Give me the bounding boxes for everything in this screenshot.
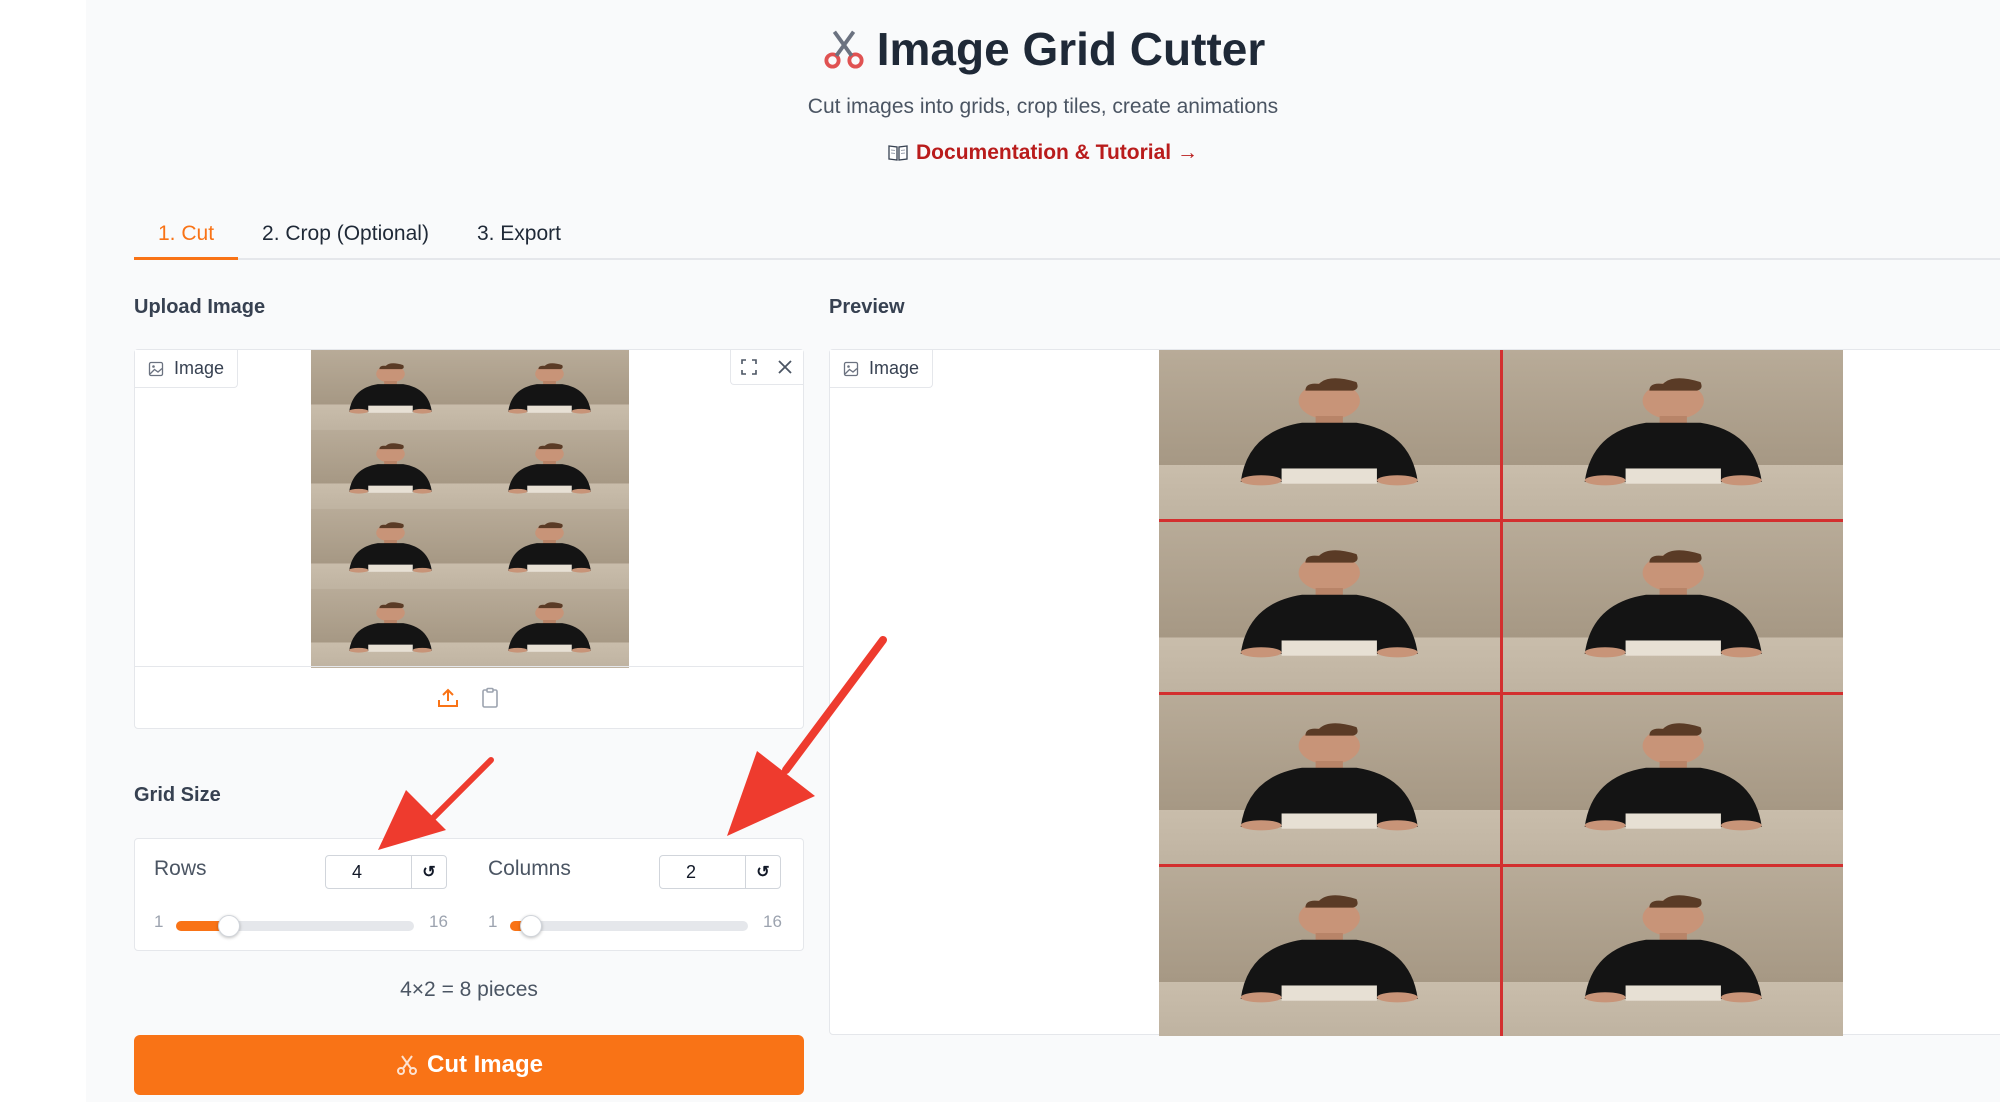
columns-number-input[interactable]: 2 ↺	[659, 855, 781, 889]
upload-image-badge-label: Image	[174, 358, 225, 378]
grid-size-panel: Rows 4 ↺ 1 16 Columns 2 ↺ 1 16	[134, 838, 804, 951]
preview-grid-image	[1159, 350, 1843, 1036]
thumbnail-tile	[311, 350, 470, 430]
rows-max: 16	[429, 912, 448, 931]
thumbnail-tile	[470, 350, 629, 430]
tab-crop[interactable]: 2. Crop (Optional)	[238, 218, 453, 260]
rows-slider[interactable]	[176, 915, 414, 937]
cut-image-button[interactable]: Cut Image	[134, 1035, 804, 1095]
columns-label: Columns	[488, 857, 571, 880]
clear-image-button[interactable]	[767, 350, 803, 384]
page-header: Image Grid Cutter Cut images into grids,…	[86, 22, 2000, 167]
image-icon	[843, 361, 859, 376]
thumbnail-tile	[470, 588, 629, 668]
tab-export[interactable]: 3. Export	[453, 218, 585, 260]
columns-value[interactable]: 2	[660, 856, 746, 888]
app-container: Image Grid Cutter Cut images into grids,…	[86, 0, 2000, 1102]
rows-number-input[interactable]: 4 ↺	[325, 855, 447, 889]
pieces-summary: 4×2 = 8 pieces	[400, 978, 538, 1001]
fullscreen-button[interactable]	[731, 350, 767, 384]
tab-bar: 1. Cut 2. Crop (Optional) 3. Export	[134, 218, 2000, 260]
upload-icon	[438, 688, 458, 707]
columns-slider[interactable]	[510, 915, 748, 937]
clipboard-icon	[482, 687, 498, 708]
thumbnail-tile	[311, 429, 470, 509]
preview-tile	[1502, 694, 1843, 864]
upload-corner-buttons	[730, 350, 803, 385]
columns-control: Columns 2 ↺ 1 16	[488, 839, 794, 949]
preview-tile	[1502, 522, 1843, 692]
preview-section-label: Preview	[829, 296, 905, 318]
rows-reset-button[interactable]: ↺	[412, 856, 446, 888]
thumbnail-tile	[470, 509, 629, 589]
thumbnail-tile	[311, 509, 470, 589]
page-title: Image Grid Cutter	[821, 22, 1266, 76]
scissors-icon	[824, 30, 864, 69]
left-gutter	[0, 0, 86, 1102]
cut-image-button-label: Cut Image	[426, 1051, 543, 1078]
rows-slider-handle[interactable]	[218, 915, 240, 937]
rows-min: 1	[154, 912, 164, 931]
upload-button[interactable]	[436, 686, 460, 710]
uploaded-image-thumbnail	[311, 350, 629, 668]
rows-label: Rows	[154, 857, 207, 880]
rows-control: Rows 4 ↺ 1 16	[154, 839, 460, 949]
arrow-to-rows	[378, 757, 494, 850]
documentation-link[interactable]: Documentation & Tutorial →	[888, 141, 1198, 165]
page-title-text: Image Grid Cutter	[876, 23, 1266, 75]
preview-image-badge-label: Image	[869, 358, 920, 378]
columns-slider-handle[interactable]	[520, 915, 542, 937]
thumbnail-tile	[470, 429, 629, 509]
columns-min: 1	[488, 912, 498, 931]
book-icon	[888, 145, 908, 161]
preview-tile	[1159, 522, 1500, 692]
preview-tile	[1159, 350, 1500, 520]
thumbnail-tile	[311, 588, 470, 668]
grid-size-label: Grid Size	[134, 784, 221, 806]
preview-image-badge: Image	[830, 350, 934, 388]
page-subtitle: Cut images into grids, crop tiles, creat…	[807, 95, 1279, 118]
scissors-icon	[396, 1055, 417, 1075]
rows-value[interactable]: 4	[326, 856, 412, 888]
tab-cut[interactable]: 1. Cut	[134, 218, 239, 260]
columns-reset-button[interactable]: ↺	[746, 856, 780, 888]
preview-tile	[1159, 866, 1500, 1036]
upload-action-bar	[135, 666, 803, 728]
upload-panel[interactable]: Image	[134, 349, 804, 729]
columns-max: 16	[763, 912, 782, 931]
upload-image-badge: Image	[135, 350, 239, 388]
upload-section-label: Upload Image	[134, 296, 266, 318]
preview-tile	[1502, 866, 1843, 1036]
image-icon	[148, 361, 164, 376]
fullscreen-icon	[741, 359, 757, 375]
close-icon	[778, 360, 792, 374]
paste-clipboard-button[interactable]	[478, 686, 502, 710]
preview-panel: Image	[829, 349, 2000, 1036]
preview-tile	[1159, 694, 1500, 864]
preview-tile	[1502, 350, 1843, 520]
documentation-link-label: Documentation & Tutorial →	[916, 141, 1198, 164]
